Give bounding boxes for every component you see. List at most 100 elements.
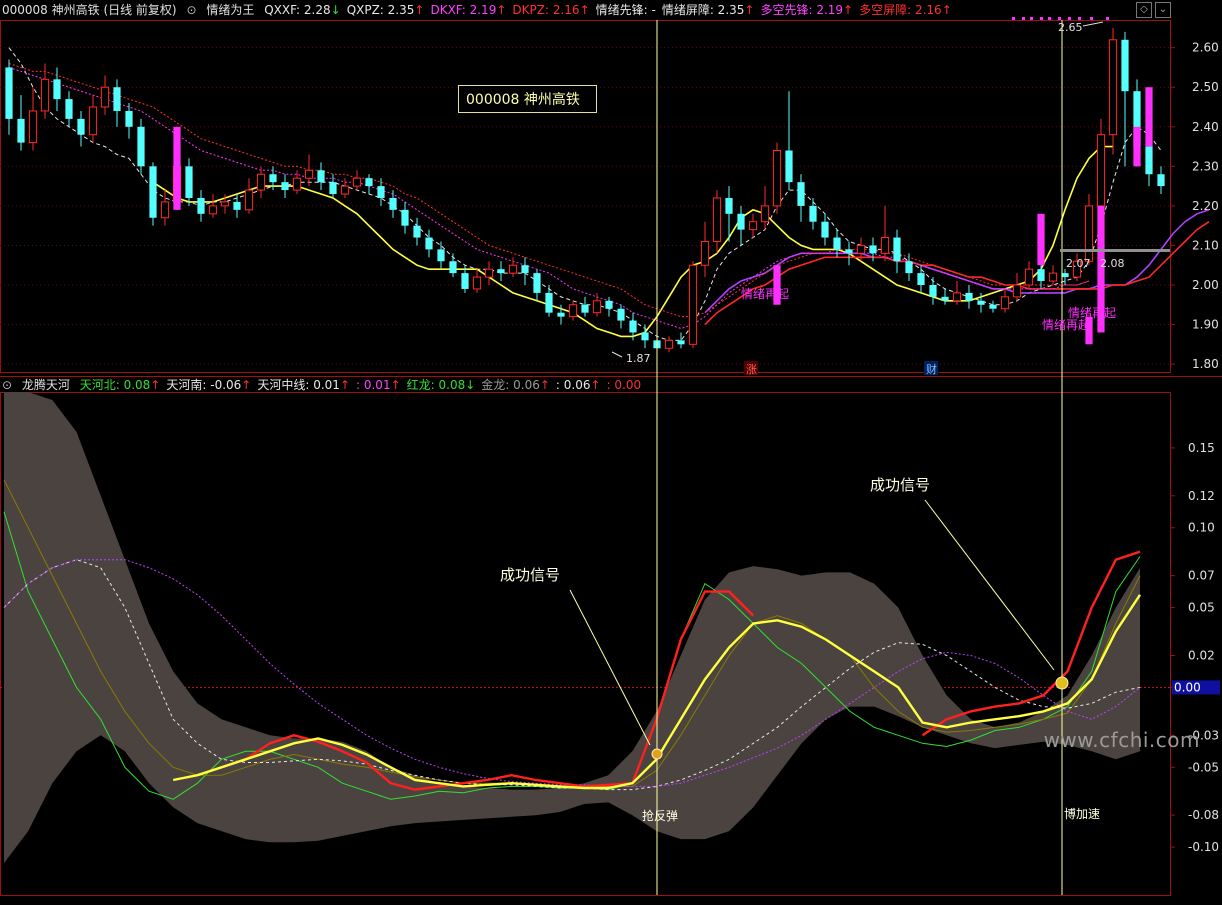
candle-body-8 [100, 86, 110, 108]
candle-body-95 [1145, 146, 1153, 175]
sub-tick-label-9: -0.08 [1188, 808, 1219, 822]
accelerate-label: 博加速 [1064, 806, 1100, 821]
candle-body-84 [1012, 284, 1022, 298]
candle-body-55 [664, 339, 674, 349]
candle-body-96 [1157, 174, 1165, 187]
candle-body-35 [425, 237, 433, 250]
top-legend-item-1: QXPZ: 2.35↑ [346, 3, 425, 17]
candle-body-74 [893, 237, 901, 262]
collapse-icon[interactable]: ⌄ [1155, 2, 1171, 18]
top-legend-arrow-6: ↑ [843, 3, 854, 17]
candle-body-69 [833, 237, 841, 250]
candle-body-67 [809, 205, 817, 222]
top-legend-item-5: 情绪屏障: 2.35↑ [661, 3, 755, 17]
top-legend-arrow-2: ↑ [496, 3, 507, 17]
candle-body-93 [1121, 39, 1129, 92]
top-dot-8 [1090, 17, 1093, 20]
marker-cai: 财 [926, 362, 937, 376]
candle-body-75 [905, 261, 913, 274]
candle-body-66 [797, 182, 805, 206]
top-legend-item-4: 情绪先锋: - [595, 3, 656, 17]
top-title[interactable]: 000008 神州高铁 (日线 前复权) [2, 3, 177, 17]
watermark: www.cfchi.com [1043, 728, 1200, 752]
candle-body-86 [1037, 269, 1045, 282]
main-tick-label-8: 1.80 [1192, 357, 1219, 371]
candle-body-28 [340, 185, 350, 195]
top-legend-item-3: DKPZ: 2.16↑ [512, 3, 590, 17]
candle-body-5 [65, 99, 73, 119]
prev-icon[interactable]: ◇ [1136, 2, 1152, 18]
candle-body-21 [256, 173, 266, 191]
bottom-legend-arrow-5: ↑ [539, 378, 550, 392]
sub-tick-label-2: 0.10 [1188, 521, 1215, 535]
bottom-indicator-name[interactable]: 龙腾天河 [22, 378, 70, 392]
candle-body-53 [641, 332, 649, 341]
success-arrow-1 [569, 589, 651, 746]
bottom-legend-arrow-2: ↑ [339, 378, 350, 392]
candle-body-51 [617, 308, 625, 321]
candle-body-45 [545, 292, 553, 313]
top-legend-item-7: 多空屏障: 2.16↑ [859, 3, 952, 17]
top-legend: QXXF: 2.28↓ QXPZ: 2.35↑ DKXF: 2.19↑ DKPZ: 2… [264, 3, 958, 17]
candle-body-9 [113, 87, 121, 111]
top-legend-arrow-0: ↓ [330, 3, 341, 17]
top-dot-1 [1022, 17, 1025, 20]
indicator-select-icon[interactable]: ⊙ [2, 378, 12, 392]
bottom-legend-arrow-1: ↑ [241, 378, 252, 392]
candle-body-50 [605, 300, 613, 309]
candle-body-32 [389, 197, 397, 210]
candle-body-70 [845, 249, 853, 254]
candle-body-80 [965, 292, 973, 301]
success-arrow-2 [924, 499, 1055, 671]
candle-body-42 [508, 264, 518, 274]
candle-body-56 [677, 340, 685, 345]
top-dot-9 [1106, 17, 1109, 20]
bottom-legend: 天河北: 0.08↑ 天河南: -0.06↑ 天河中线: 0.01↑: 0.01↑ 红… [80, 378, 647, 392]
candle-body-4 [53, 79, 61, 100]
top-dot-2 [1030, 17, 1033, 20]
candle-body-10 [125, 110, 133, 127]
candle-body-73 [880, 237, 890, 254]
candle-body-18 [220, 201, 230, 207]
candle-body-81 [977, 300, 985, 305]
candle-body-24 [292, 177, 302, 191]
bottom-legend-arrow-3: ↑ [390, 378, 401, 392]
top-dot-3 [1040, 17, 1043, 20]
top-indicator-name[interactable]: 情绪为王 [206, 3, 254, 17]
emotion-bar-6 [1145, 87, 1153, 147]
candle-body-17 [208, 205, 218, 215]
bottom-legend-item-4: 红龙: 0.08↓ [406, 378, 476, 392]
sub-band [4, 392, 1140, 864]
candle-body-90 [1084, 205, 1094, 262]
candle-body-64 [772, 150, 782, 207]
main-tick-label-1: 2.50 [1192, 80, 1219, 94]
top-dot-5 [1058, 17, 1061, 20]
candle-body-77 [929, 284, 937, 297]
indicator-select-icon[interactable]: ⊙ [186, 3, 196, 17]
bottom-legend-item-6: : 0.06↑ [555, 378, 601, 392]
main-tick-label-6: 2.00 [1192, 278, 1219, 292]
candle-body-85 [1024, 268, 1034, 286]
marker-zhang: 涨 [746, 363, 757, 376]
price-high-pointer [1082, 21, 1104, 27]
candle-body-1 [17, 118, 25, 143]
candle-body-78 [941, 296, 949, 301]
bottom-legend-item-0: 天河北: 0.08↑ [79, 378, 161, 392]
sub-tick-label-1: 0.12 [1188, 489, 1215, 503]
top-dot-4 [1048, 17, 1051, 20]
bottom-legend-arrow-6: ↑ [590, 378, 601, 392]
top-legend-arrow-1: ↑ [414, 3, 425, 17]
candle-body-72 [869, 245, 877, 254]
candle-body-48 [581, 304, 589, 313]
candle-body-60 [725, 197, 733, 214]
success-signal-label-2: 成功信号 [870, 476, 930, 494]
candle-body-0 [5, 67, 13, 119]
candle-body-2 [28, 110, 38, 144]
candle-body-58 [700, 240, 710, 266]
candle-body-19 [233, 201, 241, 210]
candle-body-76 [917, 273, 925, 285]
candle-body-33 [401, 209, 409, 226]
bottom-legend-arrow-4: ↓ [465, 378, 476, 392]
sub-zero-label: 0.00 [1174, 680, 1201, 694]
sub-tick-label-4: 0.05 [1188, 601, 1215, 615]
